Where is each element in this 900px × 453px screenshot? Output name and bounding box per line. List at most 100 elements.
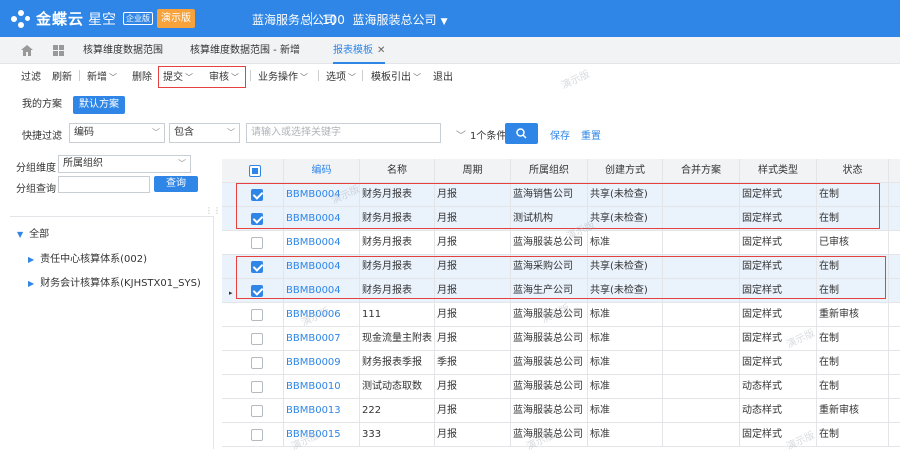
row-checkbox[interactable] [251,333,263,345]
cell-name: 333 [360,423,435,447]
options-button[interactable]: 选项 ﹀ [326,68,356,83]
business-ops-button[interactable]: 业务操作 ﹀ [258,68,308,83]
row-checkbox[interactable] [251,357,263,369]
cell-merge [663,327,740,351]
cell-period: 月报 [435,327,511,351]
cell-name: 财务报表季报 [360,351,435,375]
cell-name: 222 [360,399,435,423]
table-row[interactable]: BBMB0010 测试动态取数 月报 蓝海服装总公司 标准 动态样式 在制 [222,375,900,399]
chevron-down-icon: ﹀ [413,73,421,82]
table-row[interactable]: BBMB0013 222 月报 蓝海服装总公司 标准 动态样式 重新审核 [222,399,900,423]
row-checkbox[interactable] [251,309,263,321]
search-button[interactable] [505,123,538,144]
save-link[interactable]: 保存 [550,127,570,142]
delete-button[interactable]: 删除 [132,68,152,83]
tree-node-label: 全部 [29,229,50,240]
cell-org: 蓝海服装总公司 [511,399,588,423]
reset-link[interactable]: 重置 [581,127,601,142]
cell-name: 111 [360,303,435,327]
template-import-label: 模板引出 [371,72,411,83]
cell-merge [663,375,740,399]
row-checkbox[interactable] [251,381,263,393]
tab-bar: 核算维度数据范围 核算维度数据范围 - 新增 报表模板 ✕ [0,37,900,64]
tab-data-range-new[interactable]: 核算维度数据范围 - 新增 [190,37,300,64]
col-merge[interactable]: 合并方案 [663,159,740,183]
col-status[interactable]: 状态 [817,159,889,183]
tree-node-root[interactable]: ▼ 全部 [17,225,49,240]
tab-report-template[interactable]: 报表模板 ✕ [333,37,386,64]
logo-icon [10,9,32,29]
apps-grid-icon[interactable] [53,45,64,56]
table-row[interactable]: BBMB0004 财务月报表 月报 蓝海服装总公司 标准 固定样式 已审核 [222,231,900,255]
filter-field-value: 编码 [74,127,94,138]
exit-button[interactable]: 退出 [433,68,453,83]
col-name[interactable]: 名称 [360,159,435,183]
cell-name: 测试动态取数 [360,375,435,399]
row-checkbox[interactable] [251,237,263,249]
chevron-down-icon: ﹀ [152,128,160,137]
select-all-checkbox[interactable] [249,165,261,177]
new-button[interactable]: 新增 ﹀ [87,68,117,83]
row-select-cell [222,423,284,447]
cell-org: 蓝海服装总公司 [511,351,588,375]
home-icon[interactable] [21,45,33,56]
splitter-handle[interactable]: ⋮⋮ [205,206,221,215]
condition-count[interactable]: ﹀ 1个条件 [456,127,506,142]
cell-period: 月报 [435,399,511,423]
col-code[interactable]: 编码 [284,159,360,183]
filter-operator-select[interactable]: 包含 ﹀ [169,123,240,143]
condition-count-label: 1个条件 [470,131,507,142]
chevron-down-icon: ﹀ [178,159,186,168]
row-select-cell [222,399,284,423]
cell-method: 标准 [588,423,663,447]
select-all-cell [222,159,284,183]
tree-node-responsibility[interactable]: ▶ 责任中心核算体系(002) [28,250,147,265]
tree-node-financial[interactable]: ▶ 财务会计核算体系(KJHSTX01_SYS) [28,274,201,289]
cell-period: 月报 [435,231,511,255]
cell-method: 标准 [588,303,663,327]
col-period[interactable]: 周期 [435,159,511,183]
close-icon[interactable]: ✕ [377,45,385,56]
app-logo[interactable]: 金蝶云 星空 企业版 [10,8,154,29]
col-style[interactable]: 样式类型 [740,159,817,183]
cell-style: 固定样式 [740,351,817,375]
query-button[interactable]: 查询 [154,176,198,192]
tab-data-range[interactable]: 核算维度数据范围 [83,37,163,64]
group-dimension-select[interactable]: 所属组织 ﹀ [58,155,191,173]
keyword-input[interactable]: 请输入或选择关键字 [246,123,441,143]
row-checkbox[interactable] [251,405,263,417]
cell-status: 在制 [817,327,889,351]
demo-badge[interactable]: 演示版 [157,9,195,28]
cell-code[interactable]: BBMB0004 [284,231,360,255]
cell-style: 动态样式 [740,375,817,399]
table-row[interactable]: BBMB0009 财务报表季报 季报 蓝海服装总公司 标准 固定样式 在制 [222,351,900,375]
my-scheme-tab[interactable]: 我的方案 [22,96,62,114]
cell-code[interactable]: BBMB0007 [284,327,360,351]
row-select-cell [222,231,284,255]
template-import-button[interactable]: 模板引出 ﹀ [371,68,421,83]
cell-status: 重新审核 [817,399,889,423]
cell-method: 标准 [588,231,663,255]
filter-button[interactable]: 过滤 [21,68,41,83]
toolbar-divider [250,70,251,81]
row-checkbox[interactable] [251,429,263,441]
cell-method: 标准 [588,399,663,423]
cell-code[interactable]: BBMB0009 [284,351,360,375]
group-query-input[interactable] [58,176,150,193]
col-org[interactable]: 所属组织 [511,159,588,183]
new-label: 新增 [87,72,107,83]
highlight-box-toolbar [158,66,246,88]
row-select-cell [222,303,284,327]
col-method[interactable]: 创建方式 [588,159,663,183]
cell-code[interactable]: BBMB0013 [284,399,360,423]
collapsed-caret-icon: ▶ [28,255,35,264]
refresh-button[interactable]: 刷新 [52,68,72,83]
filter-field-select[interactable]: 编码 ﹀ [69,123,165,143]
grid-header: 编码 名称 周期 所属组织 创建方式 合并方案 样式类型 状态 [222,159,900,183]
tenant-switcher[interactable]: 100 蓝海服装总公司 ▼ [322,11,447,28]
edition-badge: 企业版 [123,12,154,25]
cell-name: 财务月报表 [360,231,435,255]
product-name: 星空 [88,11,117,28]
default-scheme-tab[interactable]: 默认方案 [73,96,125,114]
cell-code[interactable]: BBMB0010 [284,375,360,399]
